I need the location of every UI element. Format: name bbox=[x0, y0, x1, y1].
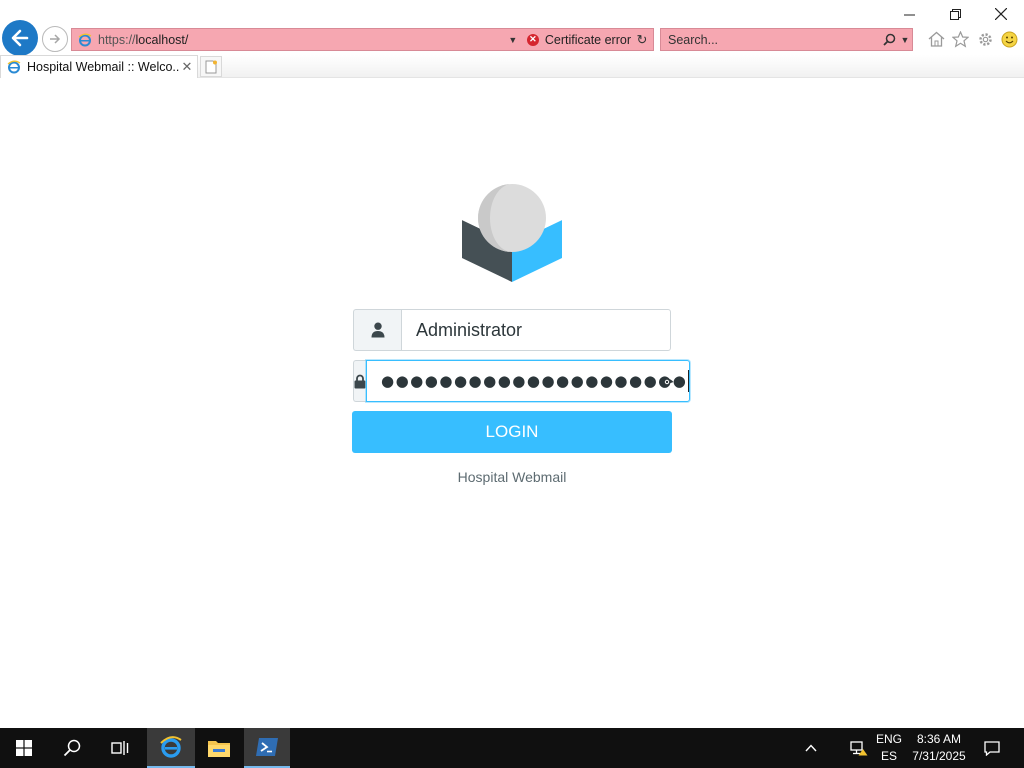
settings-gear-icon[interactable] bbox=[973, 28, 998, 50]
ie-logo-icon bbox=[160, 736, 182, 758]
show-password-eye-icon[interactable] bbox=[659, 374, 675, 390]
restore-button[interactable] bbox=[932, 0, 978, 28]
new-tab-button[interactable] bbox=[200, 56, 222, 77]
task-view-button[interactable] bbox=[96, 728, 144, 768]
password-field: ●●●●●●●●●●●●●●●●●●●●● bbox=[353, 360, 691, 402]
tab-hospital-webmail[interactable]: Hospital Webmail :: Welco... ✕ bbox=[0, 55, 198, 78]
network-button[interactable] bbox=[846, 728, 872, 768]
login-button[interactable]: LOGIN bbox=[352, 411, 672, 453]
address-bar[interactable]: https://localhost/ ▼ ✕ Certificate error… bbox=[71, 28, 654, 51]
password-mask: ●●●●●●●●●●●●●●●●●●●●● bbox=[381, 372, 688, 390]
tab-title: Hospital Webmail :: Welco... bbox=[27, 60, 179, 74]
back-arrow-icon bbox=[11, 29, 29, 47]
folder-icon bbox=[208, 741, 230, 757]
command-icons bbox=[924, 28, 1022, 50]
forward-arrow-icon bbox=[50, 34, 61, 44]
network-icon bbox=[850, 741, 868, 756]
minimize-icon bbox=[903, 14, 915, 15]
notification-icon bbox=[984, 740, 1000, 756]
browser-window: https://localhost/ ▼ ✕ Certificate error… bbox=[0, 0, 1024, 728]
tab-strip: Hospital Webmail :: Welco... ✕ bbox=[0, 55, 1024, 78]
product-name: Hospital Webmail bbox=[457, 469, 567, 485]
powershell-icon bbox=[256, 738, 278, 756]
password-input[interactable]: ●●●●●●●●●●●●●●●●●●●●● bbox=[366, 360, 691, 402]
restore-icon bbox=[949, 8, 961, 20]
search-input[interactable] bbox=[668, 32, 880, 47]
forward-button[interactable] bbox=[42, 26, 68, 52]
search-box[interactable]: ▼ bbox=[660, 28, 913, 51]
input-language-indicator[interactable]: ENG ES bbox=[872, 731, 906, 765]
windows-logo-icon bbox=[16, 740, 32, 756]
certificate-error-icon[interactable]: ✕ bbox=[526, 33, 539, 46]
refresh-icon[interactable]: ↻ bbox=[631, 32, 653, 48]
url-host: localhost/ bbox=[135, 32, 189, 47]
ie-toolbar: https://localhost/ ▼ ✕ Certificate error… bbox=[0, 0, 1024, 78]
start-button[interactable] bbox=[0, 728, 48, 768]
taskbar-search-button[interactable] bbox=[48, 728, 96, 768]
close-icon bbox=[995, 8, 1007, 20]
taskbar-internet-explorer[interactable] bbox=[147, 728, 195, 768]
address-url[interactable]: https://localhost/ bbox=[98, 33, 505, 47]
roundcube-logo bbox=[462, 184, 562, 282]
address-dropdown-icon[interactable]: ▼ bbox=[505, 35, 521, 45]
keyboard-layout: ES bbox=[880, 749, 897, 763]
taskbar-powershell[interactable] bbox=[244, 728, 290, 768]
taskbar: ENG ES 8:36 AM 7/31/2025 bbox=[0, 728, 1024, 768]
taskbar-file-explorer[interactable] bbox=[195, 728, 243, 768]
clock-date: 7/31/2025 bbox=[912, 749, 966, 763]
feedback-smiley-icon[interactable] bbox=[998, 28, 1023, 50]
search-icon bbox=[63, 739, 81, 757]
window-controls bbox=[886, 0, 1024, 28]
chevron-up-icon bbox=[805, 744, 817, 752]
back-button[interactable] bbox=[2, 20, 38, 56]
clock-time: 8:36 AM bbox=[916, 732, 962, 746]
new-tab-icon bbox=[205, 60, 217, 73]
user-icon bbox=[353, 309, 401, 351]
username-field: Administrator bbox=[353, 309, 671, 351]
system-clock[interactable]: 8:36 AM 7/31/2025 bbox=[904, 731, 974, 765]
home-icon[interactable] bbox=[924, 28, 949, 50]
webmail-login-page: Administrator ●●●●●●●●●●●●●●●●●●●●● LOGI… bbox=[0, 78, 1024, 728]
close-tab-icon[interactable]: ✕ bbox=[179, 59, 195, 75]
language-code: ENG bbox=[875, 732, 902, 746]
ie-logo-icon bbox=[78, 33, 92, 46]
text-caret bbox=[688, 370, 690, 392]
lock-icon bbox=[353, 360, 366, 402]
search-dropdown-icon[interactable]: ▼ bbox=[898, 35, 912, 45]
certificate-error-label[interactable]: Certificate error bbox=[545, 33, 631, 47]
action-center-button[interactable] bbox=[976, 728, 1008, 768]
minimize-button[interactable] bbox=[886, 0, 932, 28]
search-icon[interactable] bbox=[880, 33, 898, 46]
show-hidden-icons-button[interactable] bbox=[798, 728, 824, 768]
ie-logo-icon bbox=[7, 60, 21, 74]
favorites-star-icon[interactable] bbox=[949, 28, 974, 50]
task-view-icon bbox=[111, 741, 129, 755]
url-protocol: https:// bbox=[98, 32, 136, 47]
username-input[interactable]: Administrator bbox=[401, 309, 671, 351]
close-window-button[interactable] bbox=[978, 0, 1024, 28]
